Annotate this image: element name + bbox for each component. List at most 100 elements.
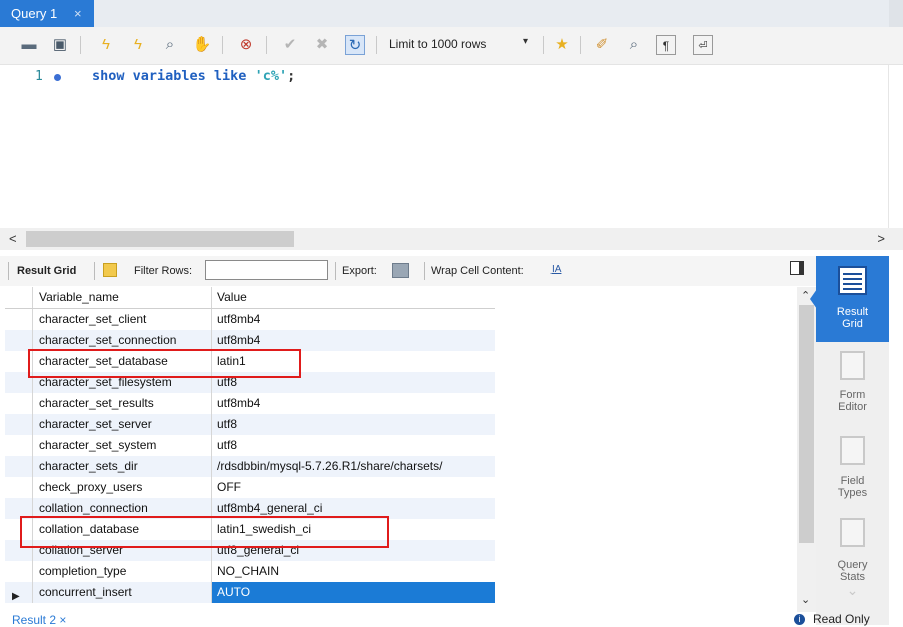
code-keywords: show variables like [92,68,255,84]
field-types-label-1: Field [840,475,865,487]
stop-icon[interactable]: ✋ [192,35,212,55]
limit-rows-label: Limit to 1000 rows [389,37,487,51]
toggle-panel-icon[interactable] [790,261,804,275]
open-folder-icon[interactable]: ▬ [19,35,39,55]
table-row[interactable]: character_set_connection utf8mb4 [5,330,495,351]
toolbar-separator [80,36,81,54]
code-string: 'c%' [254,68,288,84]
autocommit-toggle-icon[interactable]: ↻ [345,35,365,55]
sql-toolbar: ▬ ▣ ϟ ϟ ⌕ ✋ ⊗ ✔ ✖ ↻ Limit to 1000 rows ▾… [0,27,903,65]
save-icon[interactable]: ▣ [50,35,70,55]
table-row[interactable]: character_set_results utf8mb4 [5,393,495,414]
execute-icon[interactable]: ϟ [96,35,116,55]
chevron-down-icon[interactable]: ▾ [523,36,528,47]
execute-current-icon[interactable]: ϟ [128,35,148,55]
column-header-variable-name[interactable]: Variable_name [33,287,212,308]
row-selector[interactable] [5,561,33,582]
scroll-left-icon[interactable]: < [9,231,17,246]
grid-vertical-scrollbar[interactable]: ⌃ ⌄ [797,287,816,612]
editor-horizontal-scrollbar[interactable]: < > [0,228,903,250]
cell-value[interactable]: OFF [212,477,495,498]
cell-variable-name[interactable]: concurrent_insert [33,582,212,603]
result-grid-label-1: Result [836,306,869,318]
field-types-icon [840,436,865,465]
table-row[interactable]: check_proxy_users OFF [5,477,495,498]
stop-on-error-icon[interactable]: ⊗ [236,35,256,55]
export-label: Export: [342,265,377,277]
row-selector[interactable] [5,477,33,498]
statement-marker-icon [54,74,61,81]
toolbar-separator [222,36,223,54]
row-selector[interactable] [5,330,33,351]
filter-rows-input[interactable] [205,260,328,280]
find-icon[interactable]: ⌕ [624,35,644,55]
close-tab-icon[interactable]: × [74,0,82,27]
result-grid-button[interactable]: Result Grid [816,256,889,342]
table-row[interactable]: character_set_client utf8mb4 [5,309,495,330]
grid-header-row: Variable_name Value [5,287,495,309]
cell-value[interactable]: utf8mb4 [212,330,495,351]
toolbar-separator [543,36,544,54]
result-side-panel: Result Grid Form Editor Field Types Quer… [816,256,889,625]
toolbar-separator [8,262,9,280]
add-snippet-icon[interactable]: ★ [552,35,572,55]
query-stats-button[interactable]: Query Stats ⌄ [816,514,889,600]
cell-value[interactable]: utf8mb4 [212,393,495,414]
row-selector[interactable] [5,393,33,414]
row-selector[interactable]: ▶ [5,582,33,603]
table-row[interactable]: character_set_server utf8 [5,414,495,435]
table-row[interactable]: character_sets_dir/rdsdbbin/mysql-5.7.26… [5,456,495,477]
cell-value[interactable]: utf8mb4 [212,309,495,330]
cell-value[interactable]: utf8 [212,414,495,435]
query-stats-icon [840,518,865,547]
rollback-icon[interactable]: ✖ [312,35,332,55]
toolbar-separator [266,36,267,54]
table-row[interactable]: completion_type NO_CHAIN [5,561,495,582]
commit-icon[interactable]: ✔ [280,35,300,55]
wrap-cell-icon[interactable]: I̲A [552,264,561,275]
cell-variable-name[interactable]: character_sets_dir [33,456,212,477]
read-only-status: i Read Only [794,612,870,626]
row-selector[interactable] [5,456,33,477]
column-header-value[interactable]: Value [212,287,495,308]
wrap-content-label: Wrap Cell Content: [431,265,524,277]
highlight-box-character-set-database [28,349,301,378]
cell-value[interactable]: AUTO [212,582,495,603]
scrollbar-thumb[interactable] [26,231,294,247]
sql-editor[interactable]: 1 show variables like 'c%'; [0,65,903,228]
row-selector[interactable] [5,435,33,456]
export-icon[interactable] [392,263,409,278]
row-selector[interactable] [5,309,33,330]
field-types-button[interactable]: Field Types [816,428,889,514]
cell-value[interactable]: /rdsdbbin/mysql-5.7.26.R1/share/charsets… [212,456,495,477]
limit-rows-select[interactable]: Limit to 1000 rows ▾ [383,33,540,56]
chevron-down-icon[interactable]: ⌄ [816,583,889,597]
tabbar-edge [889,0,903,27]
sql-code[interactable]: show variables like 'c%'; [92,68,295,84]
result-grid-label[interactable]: Result Grid [17,265,76,277]
cell-variable-name[interactable]: character_set_results [33,393,212,414]
scroll-right-icon[interactable]: > [877,231,885,246]
cell-value[interactable]: NO_CHAIN [212,561,495,582]
scroll-down-icon[interactable]: ⌄ [801,593,810,606]
cell-variable-name[interactable]: character_set_client [33,309,212,330]
word-wrap-icon[interactable]: ⏎ [693,35,713,55]
table-row[interactable]: ▶ concurrent_insert AUTO [5,582,495,603]
row-selector[interactable] [5,414,33,435]
form-editor-button[interactable]: Form Editor [816,342,889,428]
beautify-icon[interactable]: ✐ [592,35,612,55]
cell-value[interactable]: utf8 [212,435,495,456]
grid-icon[interactable] [103,263,117,277]
explain-icon[interactable]: ⌕ [160,35,180,55]
editor-edge [888,65,889,228]
cell-variable-name[interactable]: character_set_system [33,435,212,456]
cell-variable-name[interactable]: character_set_server [33,414,212,435]
query-tab[interactable]: Query 1 × [0,0,94,27]
table-row[interactable]: character_set_system utf8 [5,435,495,456]
cell-variable-name[interactable]: check_proxy_users [33,477,212,498]
scrollbar-thumb[interactable] [799,305,814,543]
cell-variable-name[interactable]: completion_type [33,561,212,582]
cell-variable-name[interactable]: character_set_connection [33,330,212,351]
scroll-up-icon[interactable]: ⌃ [801,289,810,302]
invisible-chars-icon[interactable]: ¶ [656,35,676,55]
